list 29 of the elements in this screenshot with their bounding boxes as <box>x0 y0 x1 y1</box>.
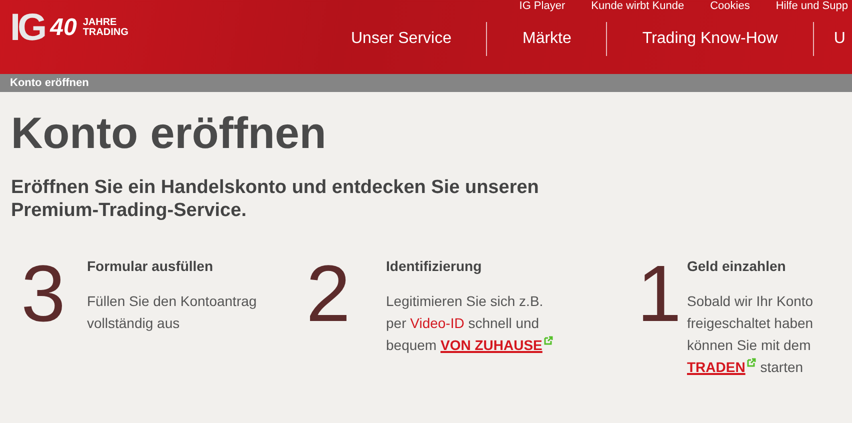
external-link-icon <box>544 336 554 345</box>
anniversary-number: 40 <box>50 16 77 40</box>
anniversary-label: TRADING <box>82 28 128 38</box>
top-link[interactable]: Cookies <box>710 0 750 12</box>
anniversary-label: JAHRE <box>82 18 118 28</box>
nav-item[interactable]: Trading Know-How <box>607 22 813 56</box>
step-number: 1 <box>637 254 682 340</box>
top-link[interactable]: Hilfe und Supp <box>776 0 848 12</box>
nav-item[interactable]: Unser Service <box>316 22 486 56</box>
cta-link[interactable]: TRADEN <box>687 359 746 375</box>
step-number: 3 <box>21 254 66 340</box>
step-title: Identifizierung <box>386 258 483 274</box>
page-subtitle: Eröffnen Sie ein Handelskonto und entdecken Sie unseren Premium-Trading-Service. <box>11 176 540 222</box>
logo-mark: IG <box>10 8 44 48</box>
step-title: Geld einzahlen <box>687 258 787 274</box>
nav-item[interactable]: Märkte <box>487 22 606 56</box>
step-title: Formular ausfüllen <box>87 258 214 274</box>
external-link-icon <box>747 358 756 367</box>
breadcrumb[interactable]: Konto eröffnen <box>10 77 89 89</box>
step-description: Füllen Sie den Kontoantrag vollständig aus <box>87 292 257 333</box>
step-number: 2 <box>306 254 352 340</box>
top-link[interactable]: Kunde wirbt Kunde <box>591 0 684 12</box>
video-id-link[interactable]: Video-ID <box>410 315 464 331</box>
cta-link[interactable]: VON ZUHAUSE <box>440 337 542 353</box>
step-description: Sobald wir Ihr Konto freigeschaltet haben können Sie mit dem TRADEN starten <box>687 292 814 377</box>
nav-item[interactable]: U <box>814 22 846 56</box>
step-description: Legitimieren Sie sich z.B. per Video-ID schnell und bequem VON ZUHAUSE <box>386 290 561 356</box>
page-title: Konto eröffnen <box>11 108 328 160</box>
top-link[interactable]: IG Player <box>519 0 566 12</box>
